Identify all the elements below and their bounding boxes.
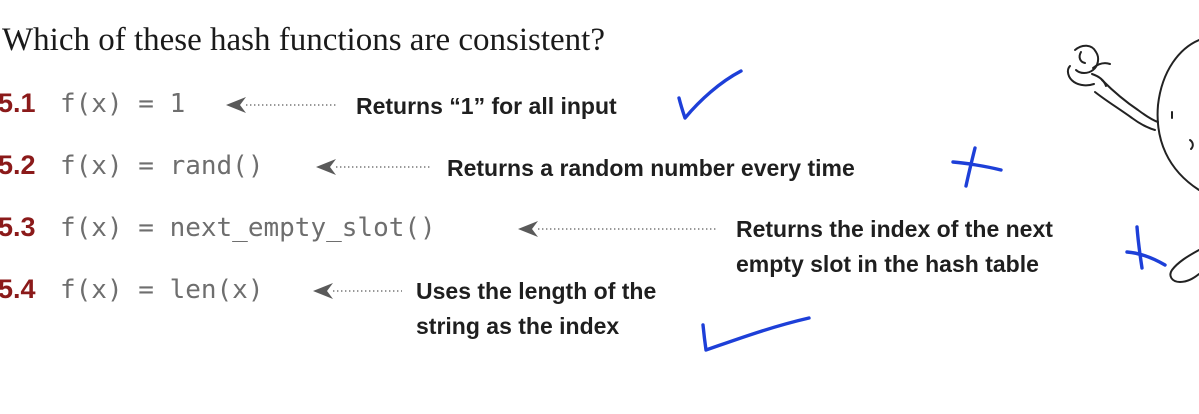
cross-mark-icon [1125,225,1167,270]
cross-mark-icon [951,146,1003,188]
arrow-left-icon [316,159,430,175]
check-mark-icon [677,69,743,120]
arrow-left-icon [518,221,718,237]
arrow-left-icon [226,97,338,113]
cartoon-character-icon [1066,39,1199,283]
arrow-left-icon [313,283,402,299]
check-mark-icon [701,316,811,352]
annotation-overlay [226,39,1199,352]
